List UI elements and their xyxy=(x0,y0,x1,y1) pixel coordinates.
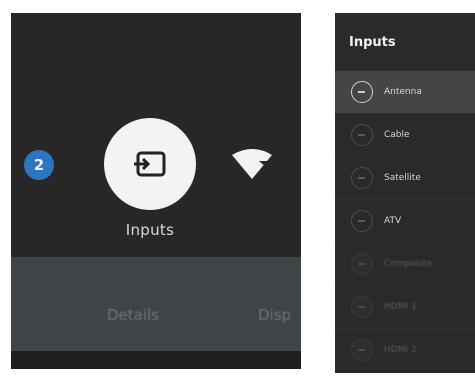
input-icon xyxy=(351,253,373,275)
input-item-cable[interactable]: Cable xyxy=(335,113,475,156)
input-source-icon xyxy=(134,151,166,177)
input-item-hdmi2[interactable]: HDMI 2 xyxy=(335,328,475,371)
inputs-list: Antenna Cable Satellite ATV Composite HD… xyxy=(335,70,475,371)
wifi-icon[interactable] xyxy=(229,145,275,185)
input-item-composite[interactable]: Composite xyxy=(335,242,475,285)
input-label: Cable xyxy=(384,130,410,140)
input-label: Antenna xyxy=(384,87,422,97)
input-label: ATV xyxy=(384,216,402,226)
settings-menu-bar: Details Disp xyxy=(11,257,301,351)
inputs-label: Inputs xyxy=(125,221,175,239)
input-item-hdmi1[interactable]: HDMI 1 xyxy=(335,285,475,328)
inputs-panel: Inputs Antenna Cable Satellite ATV Compo… xyxy=(335,13,475,373)
input-item-atv[interactable]: ATV xyxy=(335,199,475,242)
input-label: HDMI 1 xyxy=(384,302,417,312)
input-item-satellite[interactable]: Satellite xyxy=(335,156,475,199)
input-label: Satellite xyxy=(384,173,421,183)
panel-title: Inputs xyxy=(349,35,396,50)
bottom-strip xyxy=(11,351,301,369)
input-label: Composite xyxy=(384,259,433,269)
input-icon xyxy=(351,124,373,146)
notification-badge[interactable]: 2 xyxy=(24,150,54,180)
badge-count: 2 xyxy=(33,156,45,174)
menu-item-display[interactable]: Disp xyxy=(258,306,291,324)
input-icon xyxy=(351,339,373,361)
input-icon xyxy=(351,81,373,103)
input-icon xyxy=(351,167,373,189)
home-screen-panel: 2 Inputs Details Disp xyxy=(11,13,301,369)
menu-item-details[interactable]: Details xyxy=(107,306,159,324)
input-icon xyxy=(351,296,373,318)
input-icon xyxy=(351,210,373,232)
input-item-antenna[interactable]: Antenna xyxy=(335,70,475,113)
input-label: HDMI 2 xyxy=(384,345,417,355)
inputs-button[interactable] xyxy=(104,118,196,210)
